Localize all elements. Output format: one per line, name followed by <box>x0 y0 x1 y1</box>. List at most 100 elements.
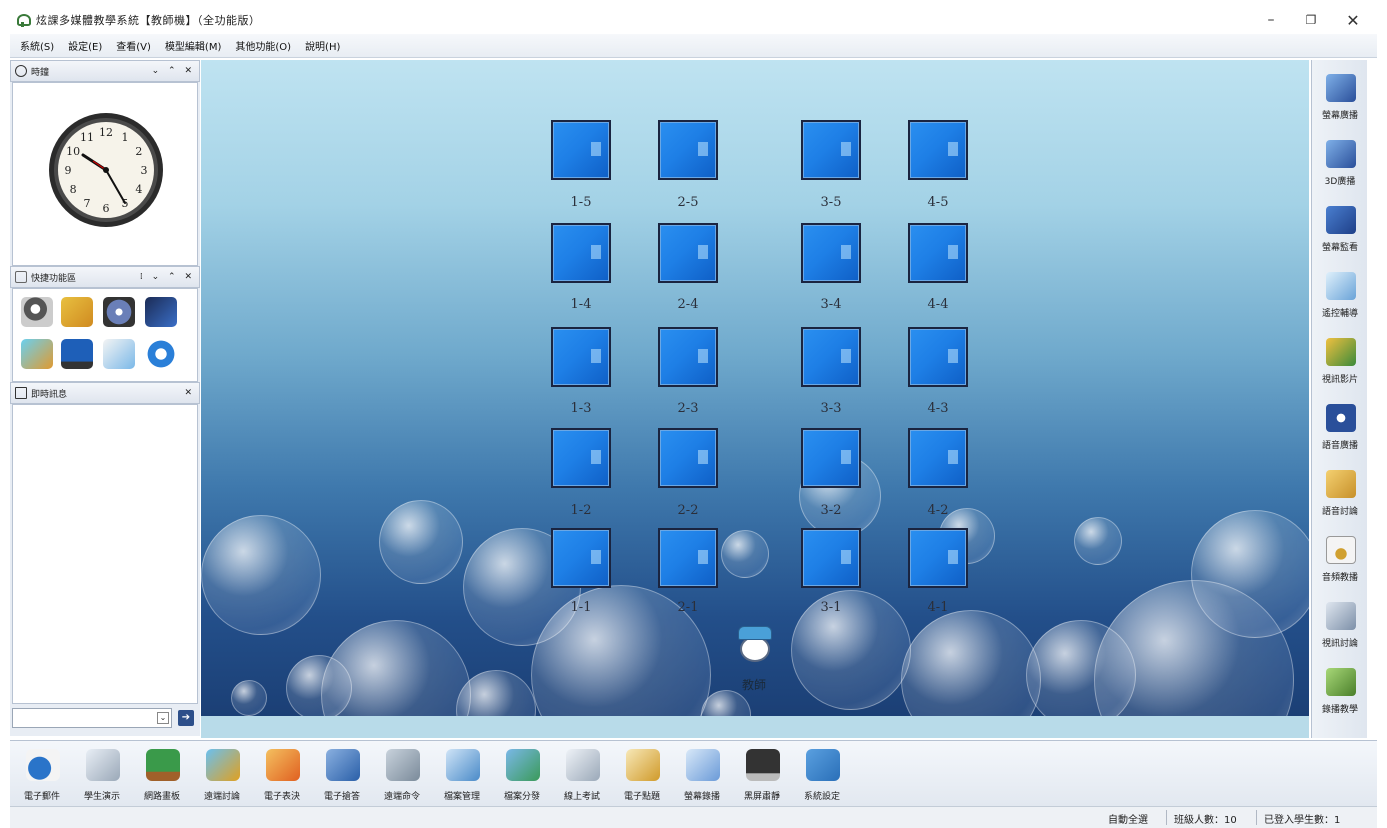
monitor-icon <box>551 528 611 588</box>
document-icon[interactable] <box>103 339 135 369</box>
clock-panel-controls[interactable]: ⌄ ⌃ ✕ <box>152 66 195 76</box>
minimize-button[interactable]: – <box>1251 6 1291 34</box>
tool-screen-record[interactable]: 螢幕錄播 <box>674 741 730 807</box>
student-seat[interactable] <box>551 327 611 387</box>
chevron-down-icon[interactable]: ⌄ <box>157 712 169 724</box>
tool-voice-discussion[interactable]: 語音討論 <box>1312 464 1368 524</box>
tool-pick-question[interactable]: 電子點題 <box>614 741 670 807</box>
background-bubble <box>901 610 1041 716</box>
seat-label: 4-1 <box>927 600 949 615</box>
student-seat[interactable] <box>801 428 861 488</box>
close-button[interactable]: ✕ <box>1333 6 1373 34</box>
tool-screen-broadcast[interactable]: 螢幕廣播 <box>1312 68 1368 128</box>
student-seat[interactable] <box>908 223 968 283</box>
tool-settings[interactable]: 系統設定 <box>794 741 850 807</box>
tool-voice-broadcast[interactable]: 語音廣播 <box>1312 398 1368 458</box>
tool-label: 遠端討論 <box>203 792 240 802</box>
vote-icon <box>266 749 300 781</box>
monitor-icon <box>658 327 718 387</box>
tool-video-discussion[interactable]: 視訊討論 <box>1312 596 1368 656</box>
tool-quiz[interactable]: 電子搶答 <box>314 741 370 807</box>
student-seat[interactable] <box>551 223 611 283</box>
monitor-icon <box>658 528 718 588</box>
tool-remote-discussion[interactable]: 遠端討論 <box>194 741 250 807</box>
menu-view[interactable]: 查看(V) <box>116 38 151 53</box>
monitor-icon <box>551 327 611 387</box>
teacher-seat[interactable] <box>734 624 774 668</box>
tool-label: 學生演示 <box>83 792 120 802</box>
voice-discussion-icon <box>1326 470 1356 498</box>
seat-label: 4-5 <box>927 195 949 210</box>
student-demo-icon <box>86 749 120 781</box>
student-seat[interactable] <box>908 120 968 180</box>
seat-label: 4-3 <box>927 401 949 416</box>
student-seat[interactable] <box>658 327 718 387</box>
tool-audio[interactable]: 音頻教播 <box>1312 530 1368 590</box>
tool-3d-broadcast[interactable]: 3D廣播 <box>1312 134 1368 194</box>
tool-screen-monitor[interactable]: 螢幕監看 <box>1312 200 1368 260</box>
tool-video[interactable]: 視訊影片 <box>1312 332 1368 392</box>
webcam-icon[interactable] <box>21 297 53 327</box>
student-seat[interactable] <box>908 327 968 387</box>
tool-online-exam[interactable]: 線上考試 <box>554 741 610 807</box>
student-seat[interactable] <box>551 528 611 588</box>
status-auto-select[interactable]: 自動全選 <box>1108 811 1148 826</box>
file-manager-icon <box>446 749 480 781</box>
video-player-icon[interactable] <box>103 297 135 327</box>
quick-panel-controls[interactable]: ⁞ ⌄ ⌃ ✕ <box>140 272 195 282</box>
tool-vote[interactable]: 電子表決 <box>254 741 310 807</box>
tool-label: 錄播教學 <box>1321 705 1358 715</box>
seat-label: 2-3 <box>677 401 699 416</box>
clock-numeral: 9 <box>65 164 72 177</box>
tool-file-manager[interactable]: 檔案管理 <box>434 741 490 807</box>
menu-settings[interactable]: 設定(E) <box>68 38 102 53</box>
tool-remote-tutor[interactable]: 遙控輔導 <box>1312 266 1368 326</box>
monitor-icon <box>908 223 968 283</box>
menu-other[interactable]: 其他功能(O) <box>235 38 291 53</box>
monitor-icon[interactable] <box>61 339 93 369</box>
message-input[interactable]: ⌄ <box>12 708 172 728</box>
student-seat[interactable] <box>801 528 861 588</box>
student-seat[interactable] <box>801 223 861 283</box>
teacher-label: 教師 <box>741 678 766 692</box>
student-seat[interactable] <box>551 120 611 180</box>
tool-record-teach[interactable]: 錄播教學 <box>1312 662 1368 722</box>
student-seat[interactable] <box>658 528 718 588</box>
video-icon <box>1326 338 1356 366</box>
message-icon <box>15 387 27 399</box>
tool-label: 3D廣播 <box>1324 177 1356 187</box>
network-icon[interactable] <box>21 339 53 369</box>
tool-file-distribute[interactable]: 檔案分發 <box>494 741 550 807</box>
left-panels: 時鐘 ⌄ ⌃ ✕ 121234567891011 快捷功能區 ⁞ ⌄ ⌃ ✕ <box>10 60 200 736</box>
message-panel: 即時訊息 ✕ ⌄ ➔ <box>10 382 200 736</box>
student-seat[interactable] <box>801 120 861 180</box>
send-button[interactable]: ➔ <box>178 710 194 726</box>
clock-icon <box>15 65 27 77</box>
screen-broadcast-icon[interactable] <box>145 297 177 327</box>
tool-whiteboard[interactable]: 網路畫板 <box>134 741 190 807</box>
student-seat[interactable] <box>908 528 968 588</box>
tool-label: 電子點題 <box>623 792 660 802</box>
student-seat[interactable] <box>801 327 861 387</box>
menu-system[interactable]: 系統(S) <box>20 38 54 53</box>
blackout-icon <box>746 749 780 781</box>
monitor-icon <box>658 120 718 180</box>
student-seat[interactable] <box>658 223 718 283</box>
student-seat[interactable] <box>658 120 718 180</box>
message-panel-close[interactable]: ✕ <box>184 388 195 398</box>
settings-icon <box>806 749 840 781</box>
student-seat[interactable] <box>551 428 611 488</box>
student-seat[interactable] <box>658 428 718 488</box>
maximize-button[interactable]: ❐ <box>1291 6 1331 34</box>
menu-model-edit[interactable]: 模型編輯(M) <box>165 38 221 53</box>
ie-browser-icon[interactable] <box>145 339 177 369</box>
student-seat[interactable] <box>908 428 968 488</box>
tool-student-demo[interactable]: 學生演示 <box>74 741 130 807</box>
clock-panel: 時鐘 ⌄ ⌃ ✕ 121234567891011 <box>10 60 200 266</box>
menu-help[interactable]: 說明(H) <box>305 38 340 53</box>
tool-remote-command[interactable]: 遠端命令 <box>374 741 430 807</box>
tool-email[interactable]: 電子郵件 <box>14 741 70 807</box>
online-exam-icon <box>566 749 600 781</box>
notes-icon[interactable] <box>61 297 93 327</box>
tool-blackout[interactable]: 黑屏肅靜 <box>734 741 790 807</box>
